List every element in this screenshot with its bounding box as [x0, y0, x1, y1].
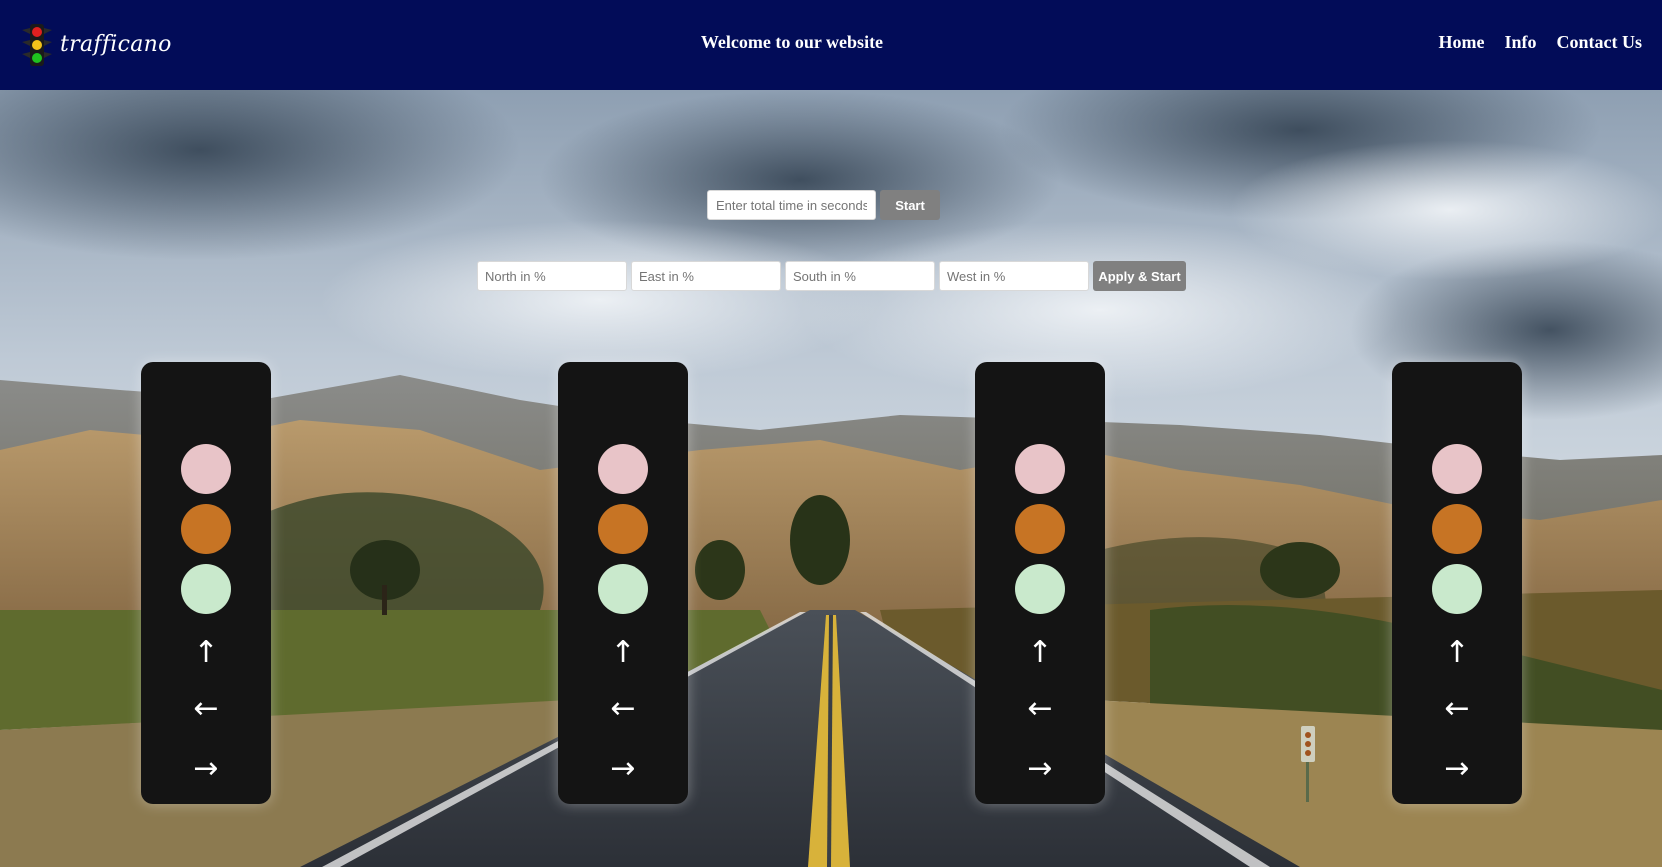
- traffic-light-2: ↑ ← →: [558, 362, 688, 804]
- red-lamp: [1015, 444, 1065, 494]
- arrow-up-icon: ↑: [610, 635, 636, 670]
- south-percent-input[interactable]: [785, 261, 935, 291]
- red-lamp: [181, 444, 231, 494]
- arrow-right-icon: →: [1444, 751, 1470, 786]
- apply-start-button[interactable]: Apply & Start: [1093, 261, 1186, 291]
- nav-info-link[interactable]: Info: [1504, 32, 1536, 53]
- nav-home-link[interactable]: Home: [1439, 32, 1485, 53]
- amber-lamp: [598, 504, 648, 554]
- traffic-light-4: ↑ ← →: [1392, 362, 1522, 804]
- traffic-light-3: ↑ ← →: [975, 362, 1105, 804]
- nav-contact-link[interactable]: Contact Us: [1557, 32, 1643, 53]
- red-lamp: [1432, 444, 1482, 494]
- site-header: trafficano Welcome to our website Home I…: [0, 0, 1662, 90]
- green-lamp: [181, 564, 231, 614]
- page-title: Welcome to our website: [700, 32, 884, 52]
- arrow-left-icon: ←: [610, 691, 636, 726]
- arrow-left-icon: ←: [1027, 691, 1053, 726]
- arrow-up-icon: ↑: [1027, 635, 1053, 670]
- direction-percent-form: Apply & Start: [477, 261, 1186, 291]
- arrow-up-icon: ↑: [1444, 635, 1470, 670]
- amber-lamp: [181, 504, 231, 554]
- arrow-left-icon: ←: [193, 691, 219, 726]
- arrow-right-icon: →: [610, 751, 636, 786]
- green-lamp: [1015, 564, 1065, 614]
- green-lamp: [1432, 564, 1482, 614]
- timer-form: Start: [707, 190, 940, 220]
- total-time-input[interactable]: [707, 190, 876, 220]
- main-nav: Home Info Contact Us: [1439, 32, 1643, 53]
- traffic-light-1: ↑ ← →: [141, 362, 271, 804]
- start-button[interactable]: Start: [880, 190, 940, 220]
- arrow-up-icon: ↑: [193, 635, 219, 670]
- red-lamp: [598, 444, 648, 494]
- arrow-right-icon: →: [1027, 751, 1053, 786]
- amber-lamp: [1015, 504, 1065, 554]
- east-percent-input[interactable]: [631, 261, 781, 291]
- arrow-left-icon: ←: [1444, 691, 1470, 726]
- amber-lamp: [1432, 504, 1482, 554]
- green-lamp: [598, 564, 648, 614]
- west-percent-input[interactable]: [939, 261, 1089, 291]
- arrow-right-icon: →: [193, 751, 219, 786]
- north-percent-input[interactable]: [477, 261, 627, 291]
